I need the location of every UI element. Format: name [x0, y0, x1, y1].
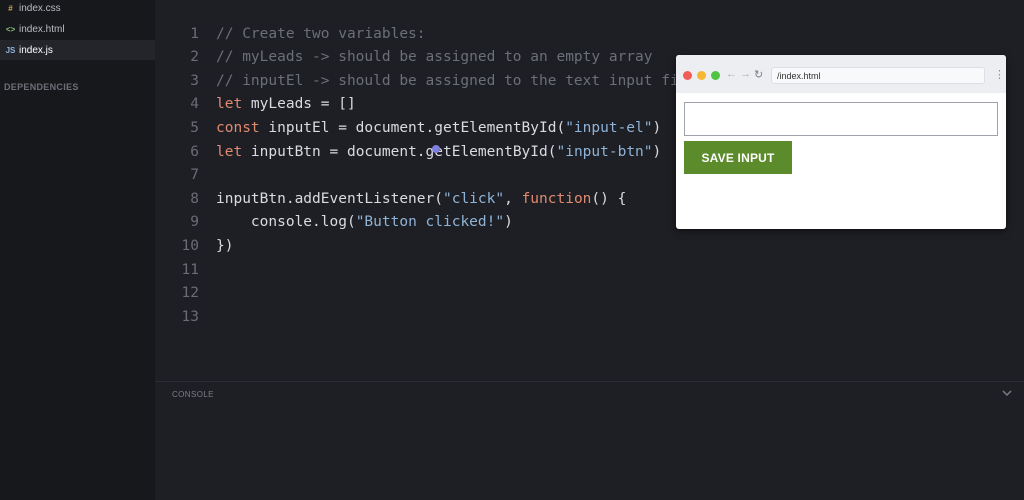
browser-toolbar: ← → ↻ /index.html ⋮: [676, 55, 1006, 93]
code-token: ): [652, 119, 662, 136]
code-line[interactable]: 10}): [155, 234, 234, 257]
console-divider: [155, 381, 1024, 382]
file-item-index-js[interactable]: JS index.js: [0, 40, 155, 60]
line-number: 13: [181, 308, 199, 325]
code-token: }): [216, 237, 234, 254]
save-input-button[interactable]: SAVE INPUT: [684, 141, 792, 174]
line-number: 10: [181, 237, 199, 254]
code-token: myLeads = []: [242, 96, 356, 113]
line-number: 3: [190, 72, 199, 89]
js-file-icon: JS: [5, 45, 16, 55]
code-line[interactable]: 13: [155, 305, 199, 328]
mouse-cursor-icon: [432, 145, 440, 153]
line-number: 9: [190, 214, 199, 231]
forward-arrow-icon[interactable]: →: [740, 68, 751, 80]
code-text: let myLeads = []: [216, 96, 356, 112]
code-token: "Button clicked!": [355, 214, 505, 231]
code-text: inputBtn.addEventListener("click", funct…: [216, 191, 626, 207]
line-number: 12: [181, 285, 199, 302]
chevron-down-icon[interactable]: [1000, 386, 1014, 400]
code-token: let: [216, 143, 243, 160]
close-dot-icon[interactable]: [683, 71, 692, 80]
line-number: 5: [190, 119, 199, 136]
code-text: console.log("Button clicked!"): [216, 214, 513, 230]
code-token: () {: [591, 190, 627, 207]
browser-preview: ← → ↻ /index.html ⋮ SAVE INPUT: [676, 55, 1006, 229]
text-input[interactable]: [684, 102, 998, 136]
line-number: 1: [190, 25, 199, 42]
code-line[interactable]: 12: [155, 282, 199, 305]
more-options-icon[interactable]: ⋮: [994, 68, 1005, 81]
reload-icon[interactable]: ↻: [754, 68, 763, 81]
code-token: "input-btn": [556, 143, 653, 160]
code-token: inputBtn = document.getElementById(: [242, 143, 557, 160]
file-name: index.js: [19, 44, 53, 56]
css-file-icon: #: [8, 3, 13, 13]
console-label: CONSOLE: [172, 390, 214, 399]
code-text: // inputEl -> should be assigned to the …: [216, 73, 679, 89]
dependencies-heading: DEPENDENCIES: [4, 82, 79, 92]
code-line[interactable]: 11: [155, 258, 199, 281]
code-token: inputBtn.addEventListener(: [216, 190, 443, 207]
code-text: // Create two variables:: [216, 26, 426, 42]
code-token: "click": [442, 190, 505, 207]
code-line[interactable]: 1 // Create two variables:: [155, 22, 425, 45]
line-number: 4: [190, 96, 199, 113]
code-line[interactable]: 9 console.log("Button clicked!"): [155, 211, 513, 234]
code-token: // Create two variables:: [216, 25, 426, 42]
code-token: function: [521, 190, 592, 207]
line-number: 8: [190, 190, 199, 207]
code-token: "input-el": [565, 119, 653, 136]
code-token: ): [652, 143, 662, 160]
code-token: let: [216, 96, 243, 113]
file-name: index.html: [19, 23, 65, 35]
maximize-dot-icon[interactable]: [711, 71, 720, 80]
code-token: ): [504, 214, 513, 231]
address-bar[interactable]: /index.html: [771, 67, 985, 84]
line-number: 11: [181, 261, 199, 278]
code-token: // inputEl -> should be assigned to the …: [216, 72, 679, 89]
code-token: console.log(: [216, 214, 356, 231]
file-item-index-html[interactable]: <> index.html: [0, 19, 155, 39]
code-text: }): [216, 238, 233, 254]
file-sidebar: # index.css <> index.html JS index.js DE…: [0, 0, 155, 500]
code-line[interactable]: 5 const inputEl = document.getElementById…: [155, 116, 661, 139]
code-line[interactable]: 3 // inputEl -> should be assigned to the…: [155, 69, 678, 92]
file-item-index-css[interactable]: # index.css: [0, 0, 155, 18]
code-line[interactable]: 7: [155, 164, 199, 187]
html-file-icon: <>: [5, 24, 16, 34]
code-text: // myLeads -> should be assigned to an e…: [216, 49, 653, 65]
code-line[interactable]: 6 let inputBtn = document.getElementById(…: [155, 140, 661, 163]
code-line[interactable]: 2 // myLeads -> should be assigned to an …: [155, 46, 652, 69]
code-token: const: [216, 119, 260, 136]
code-line[interactable]: 8 inputBtn.addEventListener("click", func…: [155, 187, 626, 210]
code-text: const inputEl = document.getElementById(…: [216, 120, 661, 136]
code-line[interactable]: 4 let myLeads = []: [155, 93, 355, 116]
line-number: 6: [190, 143, 199, 160]
code-token: // myLeads -> should be assigned to an e…: [216, 49, 653, 66]
line-number: 2: [190, 49, 199, 66]
back-arrow-icon[interactable]: ←: [726, 68, 737, 80]
code-token: ,: [504, 190, 522, 207]
minimize-dot-icon[interactable]: [697, 71, 706, 80]
file-name: index.css: [19, 2, 61, 14]
code-token: inputEl = document.getElementById(: [259, 119, 566, 136]
line-number: 7: [190, 167, 199, 184]
